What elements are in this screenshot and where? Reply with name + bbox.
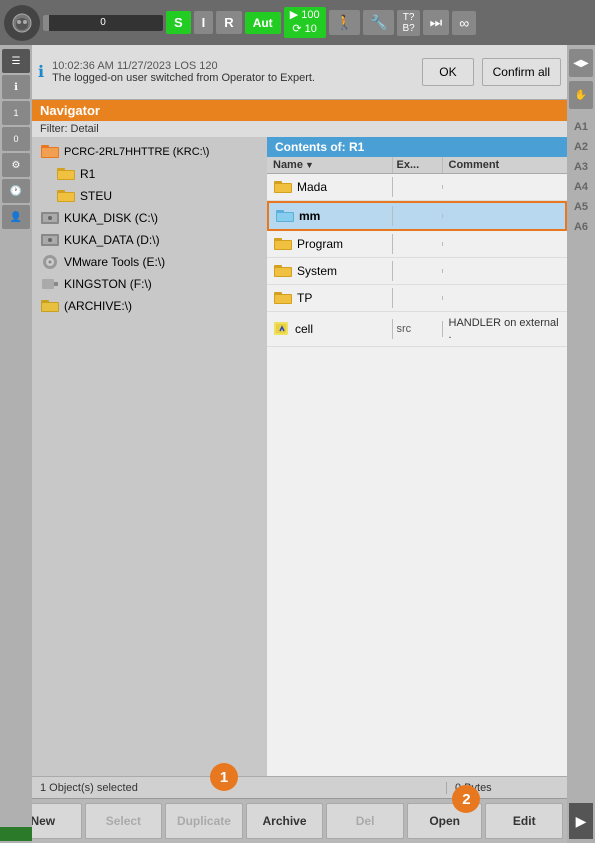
right-nav-btn[interactable]: ◀▶ [569,49,593,77]
robot-icon [4,5,40,41]
item-ext-mm [393,214,443,218]
tree-item-pcrc[interactable]: PCRC-2RL7HHTTRE (KRC:\) [32,141,267,163]
content-item-system[interactable]: System [267,258,567,285]
inf-btn[interactable]: ∞ [452,11,476,35]
item-name-program: Program [297,237,343,251]
content-table-header: Name▼ Ex... Comment [267,157,567,174]
item-comment-mm [443,214,566,218]
top-bar: 0 S I R Aut ▶ 100 ⟳ 10 🚶 🔧 T?B? ⏭ ∞ [0,0,595,45]
item-ext-tp [393,296,443,300]
btn-s[interactable]: S [166,11,191,34]
tree-label-vmware: VMware Tools (E:\) [64,255,165,269]
content-header: Contents of: R1 [267,137,567,157]
tree-label-kuka-disk: KUKA_DISK (C:\) [64,211,158,225]
progress-bar: 0 [43,15,163,31]
item-ext-mada [393,185,443,189]
item-name-cell: cell [295,322,313,336]
confirm-all-button[interactable]: Confirm all [482,58,561,86]
delete-button[interactable]: Del [326,803,404,839]
item-name-tp: TP [297,291,312,305]
walk-icon-btn[interactable]: 🚶 [329,10,360,35]
sidebar-info-icon[interactable]: ℹ [2,75,30,99]
status-bar: 1 Object(s) selected 0 Bytes [32,776,567,798]
edit-button[interactable]: Edit [485,803,563,839]
tree-item-kuka-disk[interactable]: KUKA_DISK (C:\) [32,207,267,229]
item-ext-cell: src [393,321,443,337]
content-item-mada[interactable]: Mada [267,174,567,201]
a3-label: A3 [574,161,588,173]
item-name-mm: mm [299,209,320,223]
archive-button[interactable]: Archive [246,803,324,839]
content-item-cell[interactable]: cell src HANDLER on external . [267,312,567,347]
right-hand-btn[interactable]: ✋ [569,81,593,109]
info-message: The logged-on user switched from Operato… [52,72,414,84]
btn-aut[interactable]: Aut [245,12,281,34]
sidebar-settings-icon[interactable]: ⚙ [2,153,30,177]
navigator-header: Navigator [32,100,567,121]
tree-item-steu[interactable]: STEU [48,185,267,207]
right-arrow-btn[interactable]: ▶ [569,803,593,839]
btn-i[interactable]: I [194,11,214,34]
ok-button[interactable]: OK [422,58,473,86]
badge-1: 1 [210,763,238,791]
btn-r[interactable]: R [216,11,241,34]
item-name-system: System [297,264,337,278]
col-name-header: Name▼ [267,157,393,173]
tree-label-pcrc: PCRC-2RL7HHTTRE (KRC:\) [64,146,209,158]
item-comment-mada [443,185,568,189]
item-comment-program [443,242,568,246]
item-comment-tp [443,296,568,300]
item-comment-system [443,269,568,273]
tree-label-r1: R1 [80,167,95,181]
t-b-btn[interactable]: T?B? [397,10,419,36]
a1-label: A1 [574,121,588,133]
tree-label-kuka-data: KUKA_DATA (D:\) [64,233,160,247]
filter-bar: Filter: Detail [32,121,567,137]
tree-label-kingston: KINGSTON (F:\) [64,277,152,291]
item-ext-system [393,269,443,273]
info-text-block: 10:02:36 AM 11/27/2023 LOS 120 The logge… [52,60,414,84]
item-name-mada: Mada [297,180,327,194]
a5-label: A5 [574,201,588,213]
content-list: Mada mm [267,174,567,780]
sidebar-num1-icon[interactable]: 1 [2,101,30,125]
tree-item-vmware[interactable]: VMware Tools (E:\) [32,251,267,273]
select-button[interactable]: Select [85,803,163,839]
content-panel: Contents of: R1 Name▼ Ex... Comment Mada [267,137,567,798]
tree-item-kingston[interactable]: KINGSTON (F:\) [32,273,267,295]
info-time: 10:02:36 AM 11/27/2023 LOS 120 [52,60,414,72]
navigator: Navigator Filter: Detail PCRC-2RL7HHTTRE… [32,100,567,798]
btn-speed[interactable]: ▶ 100 ⟳ 10 [284,7,326,37]
col-ext-header: Ex... [393,157,443,173]
a4-label: A4 [574,181,588,193]
content-item-program[interactable]: Program [267,231,567,258]
duplicate-button[interactable]: Duplicate [165,803,243,839]
right-sidebar: ◀▶ ✋ A1 A2 A3 A4 A5 A6 ▶ [567,45,595,843]
tree-item-kuka-data[interactable]: KUKA_DATA (D:\) [32,229,267,251]
content-item-tp[interactable]: TP [267,285,567,312]
info-bar: ℹ 10:02:36 AM 11/27/2023 LOS 120 The log… [32,45,567,100]
sidebar-num2-icon[interactable]: 0 [2,127,30,151]
sidebar-menu-icon[interactable]: ☰ [2,49,30,73]
sidebar-clock-icon[interactable]: 🕐 [2,179,30,203]
left-sidebar: ☰ ℹ 1 0 ⚙ 🕐 👤 [0,45,32,843]
a6-label: A6 [574,221,588,233]
tree-item-archive[interactable]: (ARCHIVE:\) [32,295,267,317]
item-comment-cell: HANDLER on external . [443,315,568,343]
status-selected: 1 Object(s) selected [32,782,447,794]
col-comment-header: Comment [443,157,568,173]
bottom-toolbar: 1 New Select Duplicate Archive Del 2 Ope… [0,798,567,843]
a2-label: A2 [574,141,588,153]
info-icon: ℹ [38,62,44,82]
wrench-icon-btn[interactable]: 🔧 [363,10,394,35]
item-ext-program [393,242,443,246]
skip-btn[interactable]: ⏭ [423,10,450,35]
content-item-mm[interactable]: mm [267,201,567,231]
tree-item-r1[interactable]: R1 [48,163,267,185]
sidebar-person-icon[interactable]: 👤 [2,205,30,229]
tree-label-archive: (ARCHIVE:\) [64,299,132,313]
tree-label-steu: STEU [80,189,112,203]
tree-panel: PCRC-2RL7HHTTRE (KRC:\) R1 STEU [32,137,267,798]
nav-body: PCRC-2RL7HHTTRE (KRC:\) R1 STEU [32,137,567,798]
